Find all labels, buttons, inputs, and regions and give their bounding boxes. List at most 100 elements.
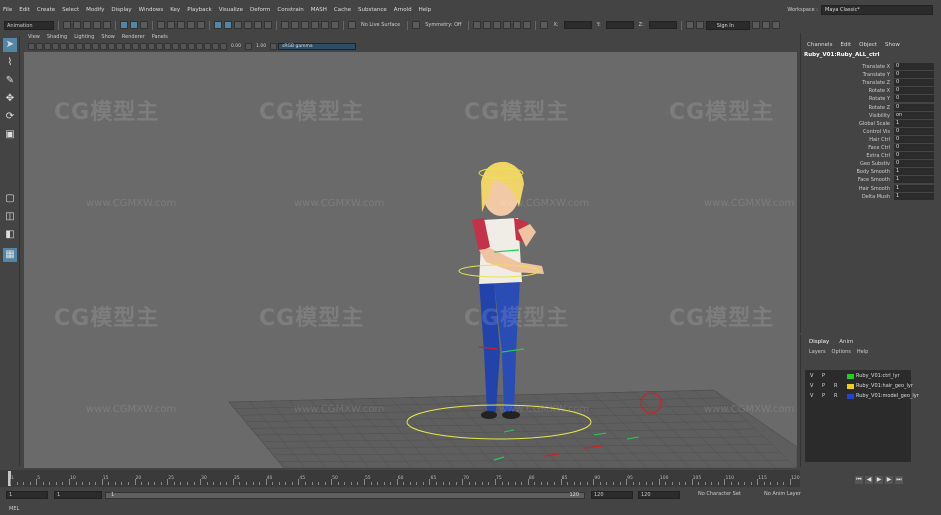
channel-attribute[interactable]: Translate X 0 [801,63,941,71]
y-field[interactable] [605,21,634,29]
exposure-value[interactable]: 0.00 [231,44,241,49]
rotate-tool-icon[interactable]: ⟳ [3,110,17,124]
render-settings-icon[interactable] [321,21,329,29]
layer-visibility-toggle[interactable]: V [810,392,813,401]
x-field[interactable] [563,21,592,29]
camera-icon[interactable] [28,42,35,50]
safe-action-icon[interactable] [100,42,107,50]
menu-deform[interactable]: Deform [250,7,270,13]
xray-icon[interactable] [196,42,203,50]
channel-menu-object[interactable]: Object [859,42,877,48]
menuset-dropdown[interactable]: Animation [4,20,54,30]
go-end-icon[interactable]: ⏭ [895,476,903,484]
channel-attribute[interactable]: Body Smooth 1 [801,168,941,176]
scale-tool-icon[interactable]: ▣ [3,128,17,142]
undo-icon[interactable] [93,21,101,29]
viewport-menu-renderer[interactable]: Renderer [122,33,145,41]
toggle-icon[interactable] [523,21,532,29]
step-forward-icon[interactable]: ▶ [885,476,893,484]
attribute-value[interactable]: 0 [894,160,934,168]
film-gate-icon[interactable] [68,42,75,50]
exposure-icon[interactable] [220,42,227,50]
layer-playback-toggle[interactable]: P [822,382,825,391]
channel-attribute[interactable]: Hair Ctrl 0 [801,135,941,144]
anim-layer-label[interactable]: No Anim Layer [764,491,801,497]
layer-playback-toggle[interactable]: P [822,372,825,381]
live-surface-icon[interactable] [348,21,356,29]
ipr-icon[interactable] [311,21,319,29]
layer-visibility-toggle[interactable]: V [810,372,813,381]
attribute-value[interactable]: 1 [894,168,934,176]
layer-reference-toggle[interactable]: R [834,382,837,391]
channel-attribute[interactable]: Translate Z 0 [801,79,941,87]
viewport-menu-view[interactable]: View [28,33,40,41]
menu-edit[interactable]: Edit [19,7,30,13]
aa-icon[interactable] [180,42,187,50]
soft-select-icon[interactable] [473,21,482,29]
channel-attribute[interactable]: Face Ctrl 0 [801,144,941,152]
smooth-shade-icon[interactable] [124,42,131,50]
isolate-icon[interactable] [188,42,195,50]
play-icon[interactable]: ▶ [875,476,883,484]
snap-surface-icon[interactable] [254,21,262,29]
viewport-menu-lighting[interactable]: Lighting [74,33,94,41]
tool-settings-icon[interactable] [483,21,492,29]
two-view-icon[interactable]: ◫ [3,210,17,224]
character-set-label[interactable]: No Character Set [698,491,741,497]
display-layer[interactable]: V P Ruby_V01:ctrl_lyr [807,372,911,381]
menu-playback[interactable]: Playback [187,7,212,13]
shadows-icon[interactable] [156,42,163,50]
mask-icon[interactable] [197,21,205,29]
toggle-icon[interactable] [493,21,502,29]
viewport-menu-show[interactable]: Show [101,33,115,41]
channel-attribute[interactable]: Visibility on [801,111,941,120]
menu-file[interactable]: File [3,7,12,13]
layer-reference-toggle[interactable]: R [834,392,837,401]
channel-attribute[interactable]: Extra Ctrl 0 [801,152,941,160]
mask-icon[interactable] [177,21,185,29]
construction-icon[interactable] [291,21,299,29]
menu-mash[interactable]: MASH [311,7,327,13]
menu-visualize[interactable]: Visualize [219,7,243,13]
time-slider[interactable]: 1 5 10 15 20 25 30 35 40 45 50 55 60 65 70 75 80 85 90 95 10… [0,470,800,487]
default-material-icon[interactable] [132,42,139,50]
attribute-value[interactable]: 0 [894,87,934,95]
bookmark-icon[interactable] [44,42,51,50]
channel-attribute[interactable]: Rotate X 0 [801,87,941,95]
toggle-icon[interactable] [503,21,512,29]
open-scene-icon[interactable] [73,21,81,29]
channel-attribute[interactable]: Control Vis 0 [801,127,941,136]
range-slider[interactable]: 1 120 [105,492,585,499]
channel-attribute[interactable]: Delta Mush 1 [801,192,941,201]
channel-menu-show[interactable]: Show [885,42,900,48]
transform-mode-icon[interactable] [540,21,549,29]
attribute-value[interactable]: 0 [894,95,934,103]
sidebar-icon[interactable] [771,21,780,29]
select-tool-icon[interactable]: ➤ [3,38,17,52]
layer-menu-help[interactable]: Help [857,349,868,355]
snap-view-icon[interactable] [244,21,252,29]
toggle-icon[interactable] [513,21,522,29]
menu-help[interactable]: Help [419,7,432,13]
end-time-field[interactable]: 120 [638,491,680,499]
render-icon[interactable] [301,21,309,29]
channel-attribute[interactable]: Rotate Y 0 [801,95,941,103]
xray-joints-icon[interactable] [204,42,211,50]
start-time-field[interactable]: 1 [6,491,48,499]
attribute-value[interactable]: 0 [894,63,934,70]
layer-color-swatch[interactable] [847,394,854,399]
sidebar-icon[interactable] [761,21,770,29]
safe-title-icon[interactable] [108,42,115,50]
layer-visibility-toggle[interactable]: V [810,382,813,391]
new-scene-icon[interactable] [63,21,71,29]
layout-view-icon[interactable]: ◧ [3,228,17,242]
xray-components-icon[interactable] [212,42,219,50]
channel-menu-edit[interactable]: Edit [840,42,851,48]
gamma-value[interactable]: 1.00 [256,44,266,49]
attribute-value[interactable]: 0 [894,103,934,111]
lasso-tool-icon[interactable]: ⌇ [3,56,17,70]
channel-attribute[interactable]: Global Scale 1 [801,119,941,128]
playback-start-field[interactable]: 1 [54,491,102,499]
menu-display[interactable]: Display [111,7,131,13]
layer-menu-options[interactable]: Options [832,349,851,355]
